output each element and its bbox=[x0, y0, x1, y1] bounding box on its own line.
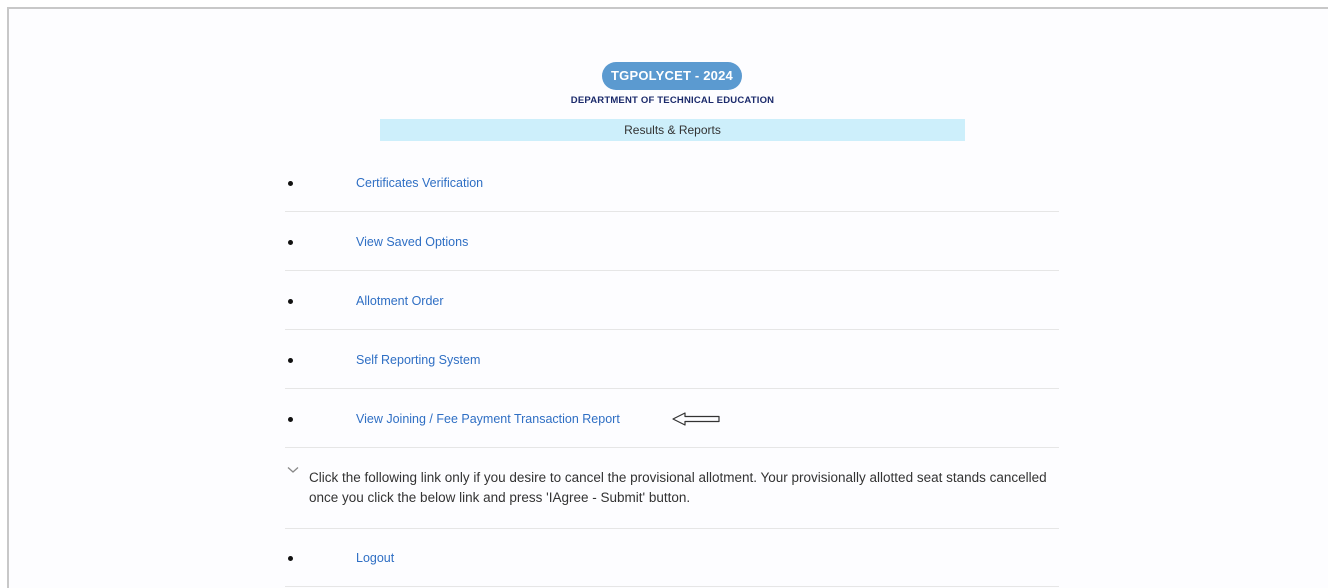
menu-item-allotment-order: Allotment Order bbox=[285, 272, 1059, 330]
menu-item-logout: Logout bbox=[285, 529, 1059, 587]
menu-item-self-reporting-system: Self Reporting System bbox=[285, 331, 1059, 389]
menu-item-certificates-verification: Certificates Verification bbox=[285, 154, 1059, 212]
bullet-icon bbox=[288, 298, 293, 304]
menu-item-view-saved-options: View Saved Options bbox=[285, 213, 1059, 271]
exam-badge: TGPOLYCET - 2024 bbox=[602, 62, 742, 90]
left-arrow-icon bbox=[672, 411, 720, 426]
bullet-icon bbox=[288, 555, 293, 561]
view-saved-options-link[interactable]: View Saved Options bbox=[356, 235, 468, 249]
certificates-verification-link[interactable]: Certificates Verification bbox=[356, 176, 483, 190]
allotment-order-link[interactable]: Allotment Order bbox=[356, 294, 444, 308]
cancel-allotment-notice-text: Click the following link only if you des… bbox=[309, 470, 1047, 505]
chevron-down-icon[interactable] bbox=[287, 466, 299, 474]
bullet-icon bbox=[288, 180, 293, 186]
section-banner: Results & Reports bbox=[380, 119, 965, 141]
joining-fee-payment-report-link[interactable]: View Joining / Fee Payment Transaction R… bbox=[356, 412, 620, 426]
bullet-icon bbox=[288, 416, 293, 422]
logout-link[interactable]: Logout bbox=[356, 551, 394, 565]
bullet-icon bbox=[288, 357, 293, 363]
department-title: DEPARTMENT OF TECHNICAL EDUCATION bbox=[570, 95, 775, 106]
bullet-icon bbox=[288, 239, 293, 245]
menu-item-joining-fee-report: View Joining / Fee Payment Transaction R… bbox=[285, 390, 1059, 448]
self-reporting-system-link[interactable]: Self Reporting System bbox=[356, 353, 480, 367]
cancel-allotment-notice: Click the following link only if you des… bbox=[285, 448, 1059, 529]
